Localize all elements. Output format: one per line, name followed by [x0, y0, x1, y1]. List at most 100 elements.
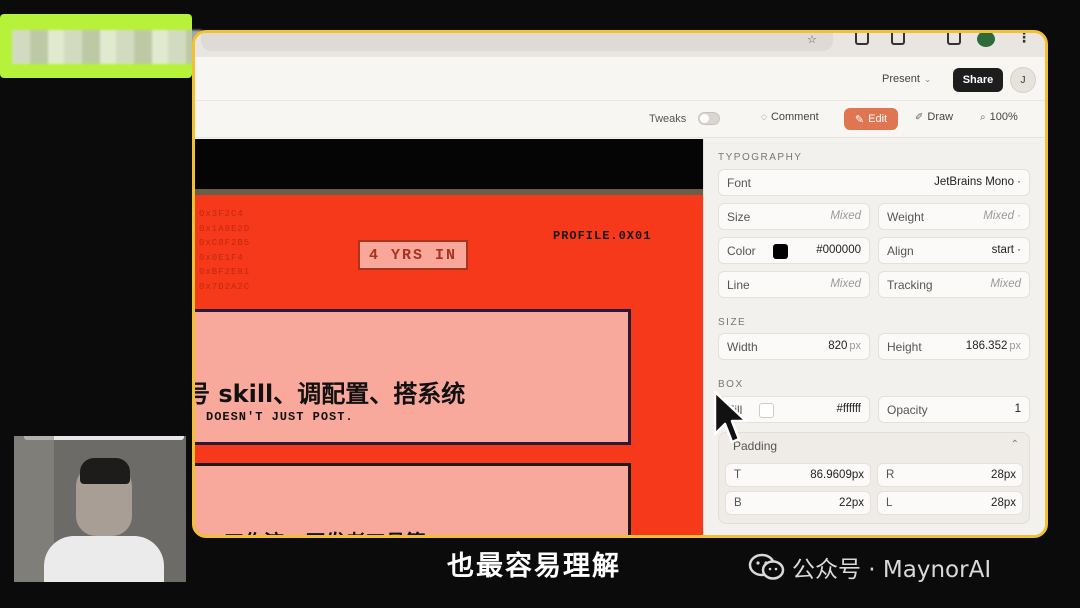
padding-left-label: L: [886, 497, 893, 509]
size-value: Mixed: [830, 210, 861, 222]
padding-right-label: R: [886, 469, 895, 481]
wechat-watermark: 公众号 · MaynorAI: [748, 550, 991, 584]
clipboard-icon[interactable]: [891, 33, 905, 45]
opacity-field[interactable]: Opacity 1: [878, 396, 1030, 423]
zoom-label: 100%: [989, 111, 1018, 123]
browser-profile-avatar[interactable]: [977, 33, 995, 47]
line-height-field[interactable]: Line Mixed: [718, 271, 870, 298]
weight-select[interactable]: Weight Mixed ·: [878, 203, 1030, 230]
line-value: Mixed: [830, 278, 861, 290]
hex-column: 0x3F2C4 0x1A9E2D 0xC8F2B5 0x0E1F4 0xBF2E…: [199, 207, 250, 294]
hex-line: 0x3F2C4: [199, 209, 244, 219]
padding-bottom-field[interactable]: B 22px: [725, 491, 871, 515]
presenter-hair: [80, 458, 130, 484]
download-icon[interactable]: [947, 33, 961, 45]
user-avatar[interactable]: J: [1010, 67, 1036, 93]
blurred-channel-tag: [0, 14, 202, 78]
padding-bottom-value: 22: [839, 497, 852, 509]
present-button[interactable]: Present ⌄: [882, 73, 931, 85]
opacity-value: 1: [1014, 403, 1021, 415]
chevron-up-icon[interactable]: ⌃: [1011, 439, 1019, 450]
comment-label: Comment: [770, 111, 819, 123]
share-button[interactable]: Share: [953, 68, 1003, 92]
color-value: #000000: [816, 244, 861, 256]
extension-icon[interactable]: [855, 33, 869, 45]
opacity-label: Opacity: [887, 403, 928, 417]
padding-top-unit: px: [851, 469, 864, 481]
fill-swatch[interactable]: [759, 403, 774, 418]
padding-right-value: 28: [991, 469, 1004, 481]
tracking-label: Tracking: [887, 278, 933, 292]
zoom-control[interactable]: ⌕ 100%: [980, 111, 1018, 123]
height-label: Height: [887, 340, 922, 354]
years-tag[interactable]: 4 YRS IN: [358, 240, 468, 270]
size-section-label: SIZE: [718, 317, 747, 328]
padding-group: Padding ⌃ T 86.9609px R 28px B 22px L 28…: [718, 432, 1030, 524]
width-value: 820: [828, 340, 848, 352]
app-window: ☆ ⋮ Present ⌄ Share J Tweaks ◌ Comment ✎ …: [192, 30, 1048, 538]
width-unit: px: [849, 340, 861, 352]
size-field[interactable]: Size Mixed: [718, 203, 870, 230]
typography-section-label: TYPOGRAPHY: [718, 152, 803, 163]
hex-line: 0x0E1F4: [199, 252, 244, 263]
align-label: Align: [887, 244, 914, 258]
card-subtitle[interactable]: DOESN'T JUST POST.: [206, 410, 354, 424]
height-value: 186.352: [965, 340, 1008, 352]
color-swatch[interactable]: [773, 244, 788, 259]
video-subtitle: 也最容易理解: [447, 551, 621, 582]
padding-right-field[interactable]: R 28px: [877, 463, 1023, 487]
address-bar[interactable]: [201, 33, 833, 51]
draw-button[interactable]: ✐ Draw: [915, 111, 953, 123]
magnifier-icon: ⌕: [980, 111, 986, 123]
hex-line: 0x7D2A2C: [199, 281, 251, 292]
draw-label: Draw: [927, 111, 954, 123]
padding-top-field[interactable]: T 86.9609px: [725, 463, 871, 487]
height-field[interactable]: Height 186.352 px: [878, 333, 1030, 360]
align-select[interactable]: Align start ·: [878, 237, 1030, 264]
canvas-divider: [195, 189, 703, 195]
padding-top-label: T: [734, 469, 742, 481]
hex-line: 0xBF2E81: [199, 267, 251, 277]
comment-button[interactable]: ◌ Comment: [761, 111, 819, 123]
color-label: Color: [727, 244, 756, 258]
align-value: start ·: [991, 244, 1021, 256]
profile-id-text[interactable]: PROFILE.0X01: [553, 229, 651, 243]
padding-left-value: 28: [991, 497, 1004, 509]
tweaks-toggle[interactable]: [698, 112, 720, 125]
font-label: Font: [727, 176, 752, 190]
wechat-icon: [748, 553, 785, 580]
padding-right-unit: px: [1003, 469, 1016, 481]
canvas-header-band: [195, 139, 703, 189]
tweaks-label: Tweaks: [649, 113, 687, 125]
edit-button[interactable]: ✎ Edit: [844, 108, 898, 130]
bookmark-star-icon[interactable]: ☆: [807, 33, 817, 46]
edit-toolbar: Tweaks ◌ Comment ✎ Edit ✐ Draw ⌕ 100%: [195, 102, 1045, 138]
design-canvas[interactable]: 0x3F2C4 0x1A9E2D 0xC8F2B5 0x0E1F4 0xBF2E…: [195, 139, 703, 535]
padding-left-unit: px: [1003, 497, 1016, 509]
selected-text-card[interactable]: 号 skill、调配置、搭系统 DOESN'T JUST POST.: [195, 309, 631, 445]
card-title[interactable]: 工作流 · 开发者工具等: [224, 526, 426, 535]
padding-left-field[interactable]: L 28px: [877, 491, 1023, 515]
weight-value: Mixed ·: [983, 210, 1021, 222]
tracking-value: Mixed: [990, 278, 1021, 290]
app-header: Present ⌄ Share J: [195, 57, 1045, 101]
browser-bar: ☆ ⋮: [195, 33, 1045, 57]
card-title[interactable]: 号 skill、调配置、搭系统: [195, 374, 465, 409]
font-value: JetBrains Mono ·: [934, 176, 1021, 188]
font-select[interactable]: Font JetBrains Mono ·: [718, 169, 1030, 196]
padding-bottom-unit: px: [851, 497, 864, 509]
blurred-text: [12, 30, 202, 64]
width-label: Width: [727, 340, 758, 354]
presenter-shirt: [44, 536, 164, 582]
padding-top-value: 86.9609: [810, 469, 852, 481]
properties-panel: TYPOGRAPHY Font JetBrains Mono · Size Mi…: [703, 139, 1045, 535]
present-label: Present: [882, 73, 920, 85]
padding-bottom-label: B: [734, 497, 742, 509]
text-card[interactable]: 工作流 · 开发者工具等: [195, 463, 631, 535]
mouse-cursor-icon: [713, 390, 748, 444]
browser-menu-icon[interactable]: ⋮: [1017, 33, 1031, 46]
brush-icon: ✐: [915, 111, 924, 123]
tracking-field[interactable]: Tracking Mixed: [878, 271, 1030, 298]
width-field[interactable]: Width 820 px: [718, 333, 870, 360]
color-field[interactable]: Color #000000: [718, 237, 870, 264]
